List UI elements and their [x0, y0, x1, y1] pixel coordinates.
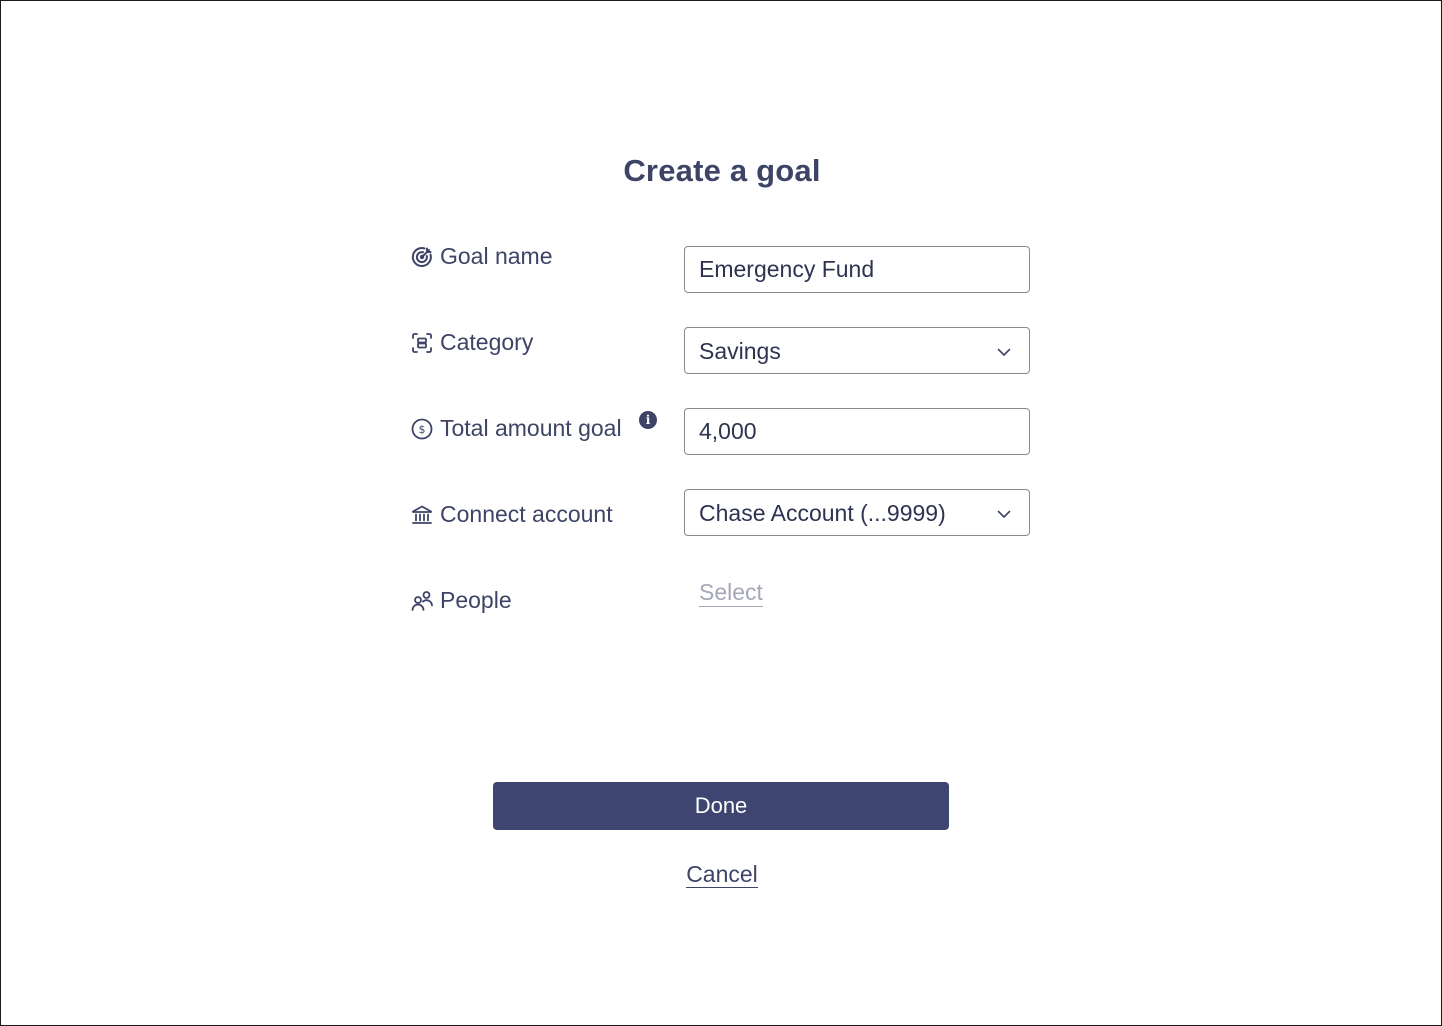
- connect-account-select[interactable]: Chase Account (...9999): [684, 489, 1030, 536]
- connect-account-selected-value: Chase Account (...9999): [699, 500, 946, 526]
- total-amount-label-row: $ Total amount goal: [410, 415, 622, 442]
- category-select[interactable]: Savings: [684, 327, 1030, 374]
- chevron-down-icon: [997, 507, 1011, 525]
- total-amount-input[interactable]: [685, 409, 1029, 454]
- total-amount-field[interactable]: [684, 408, 1030, 455]
- people-label-row: People: [410, 587, 512, 614]
- dollar-circle-icon: $: [410, 417, 434, 441]
- connect-account-label-row: Connect account: [410, 501, 613, 528]
- svg-text:$: $: [419, 423, 426, 436]
- goal-name-label-row: Goal name: [410, 243, 553, 270]
- category-label-row: Category: [410, 329, 533, 356]
- category-scan-icon: [410, 331, 434, 355]
- create-goal-dialog: Create a goal Goal name Emergency Fund C…: [0, 0, 1442, 1026]
- goal-name-input[interactable]: [685, 247, 1029, 292]
- target-icon: [410, 245, 434, 269]
- people-icon: [410, 589, 434, 613]
- done-button[interactable]: Done: [493, 782, 949, 830]
- connect-account-label: Connect account: [440, 501, 613, 527]
- page-title: Create a goal: [623, 153, 821, 188]
- category-label: Category: [440, 329, 534, 355]
- people-select-link[interactable]: Select: [699, 579, 763, 607]
- category-selected-value: Savings: [699, 338, 781, 364]
- info-icon[interactable]: i: [639, 411, 657, 429]
- cancel-link[interactable]: Cancel: [686, 861, 758, 888]
- chevron-down-icon: [997, 345, 1011, 363]
- goal-name-field[interactable]: [684, 246, 1030, 293]
- goal-name-label: Goal name: [440, 243, 553, 269]
- people-label: People: [440, 587, 512, 613]
- bank-icon: [410, 503, 434, 527]
- total-amount-label: Total amount goal: [440, 415, 622, 441]
- cancel-row: Cancel: [1, 861, 1442, 888]
